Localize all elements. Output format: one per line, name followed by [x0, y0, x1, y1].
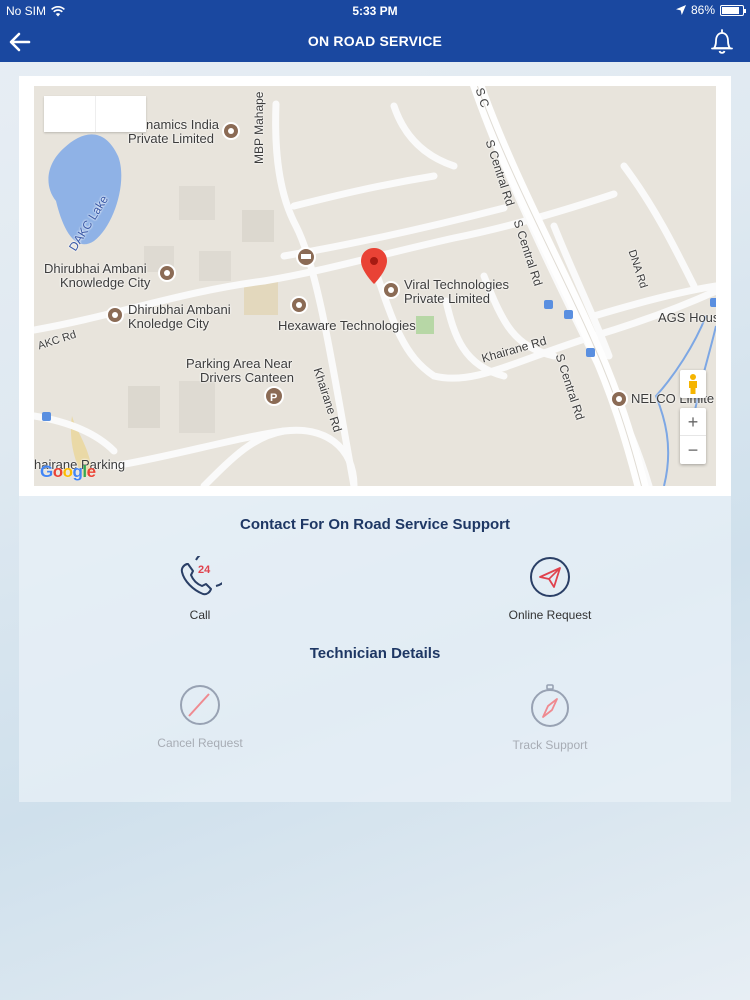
map-type-control	[44, 96, 146, 132]
map-view[interactable]: P namics India Private Limited MBP Mahap…	[34, 86, 716, 486]
map-label: Viral Technologies	[404, 277, 510, 292]
contact-section-title: Contact For On Road Service Support	[239, 516, 511, 533]
status-time: 5:33 PM	[352, 4, 398, 18]
poi-marker[interactable]	[290, 296, 308, 314]
google-logo: Google	[40, 462, 96, 481]
map-label: Dhirubhai Ambani	[44, 261, 147, 276]
battery-fill	[722, 6, 740, 14]
paper-plane-icon	[530, 557, 570, 597]
app-header: No SIM 5:33 PM 86% ON ROAD SERVICE	[0, 0, 750, 62]
location-arrow-icon	[675, 5, 686, 15]
map-label: namics India	[146, 117, 219, 132]
map-type-map[interactable]	[44, 96, 96, 132]
track-support-button[interactable]: Track Support	[470, 684, 630, 752]
street-view-button[interactable]	[680, 370, 706, 398]
cancel-request-label: Cancel Request	[157, 736, 243, 750]
cancel-request-button[interactable]: Cancel Request	[120, 684, 280, 750]
map-label: Hexaware Technologies	[278, 318, 416, 333]
zoom-control: + −	[680, 408, 706, 464]
map-label: Drivers Canteen	[200, 370, 294, 385]
map-label: Private Limited	[128, 131, 214, 146]
zoom-in-button[interactable]: +	[680, 408, 706, 436]
map-label: Private Limited	[404, 291, 490, 306]
poi-marker[interactable]	[222, 122, 240, 140]
online-request-button[interactable]: Online Request	[470, 556, 630, 622]
battery-icon	[720, 4, 746, 16]
page-title: ON ROAD SERVICE	[307, 33, 443, 49]
notifications-button[interactable]	[708, 26, 736, 56]
call-button[interactable]: 24 Call	[120, 556, 280, 622]
svg-text:P: P	[270, 392, 277, 404]
call-label: Call	[189, 608, 211, 622]
bell-icon	[711, 29, 733, 54]
poi-marker[interactable]	[610, 390, 628, 408]
map-label: MBP Mahape	[252, 91, 266, 165]
map-label: Parking Area Near	[186, 356, 293, 371]
map-label: Dhirubhai Ambani	[128, 302, 231, 317]
phone-24-icon: 24	[180, 556, 222, 596]
compass-icon	[531, 684, 569, 727]
poi-marker[interactable]	[158, 264, 176, 282]
map-type-satellite[interactable]	[96, 96, 147, 132]
zoom-out-button[interactable]: −	[680, 436, 706, 464]
map-label: Knoledge City	[128, 316, 209, 331]
track-support-label: Track Support	[512, 738, 588, 752]
poi-marker[interactable]	[382, 281, 400, 299]
status-bar: No SIM 5:33 PM 86%	[0, 0, 750, 22]
call-badge: 24	[198, 564, 211, 576]
nav-bar: ON ROAD SERVICE	[0, 22, 750, 62]
map-label: Knowledge City	[60, 275, 151, 290]
status-right: 86%	[675, 3, 746, 17]
online-request-label: Online Request	[508, 608, 592, 622]
cancel-icon	[180, 685, 220, 725]
map-label: AGS Hous	[658, 310, 716, 325]
pegman-icon	[689, 374, 697, 394]
poi-marker[interactable]	[106, 306, 124, 324]
battery-percent: 86%	[690, 3, 715, 17]
technician-section-title: Technician Details	[309, 645, 441, 662]
